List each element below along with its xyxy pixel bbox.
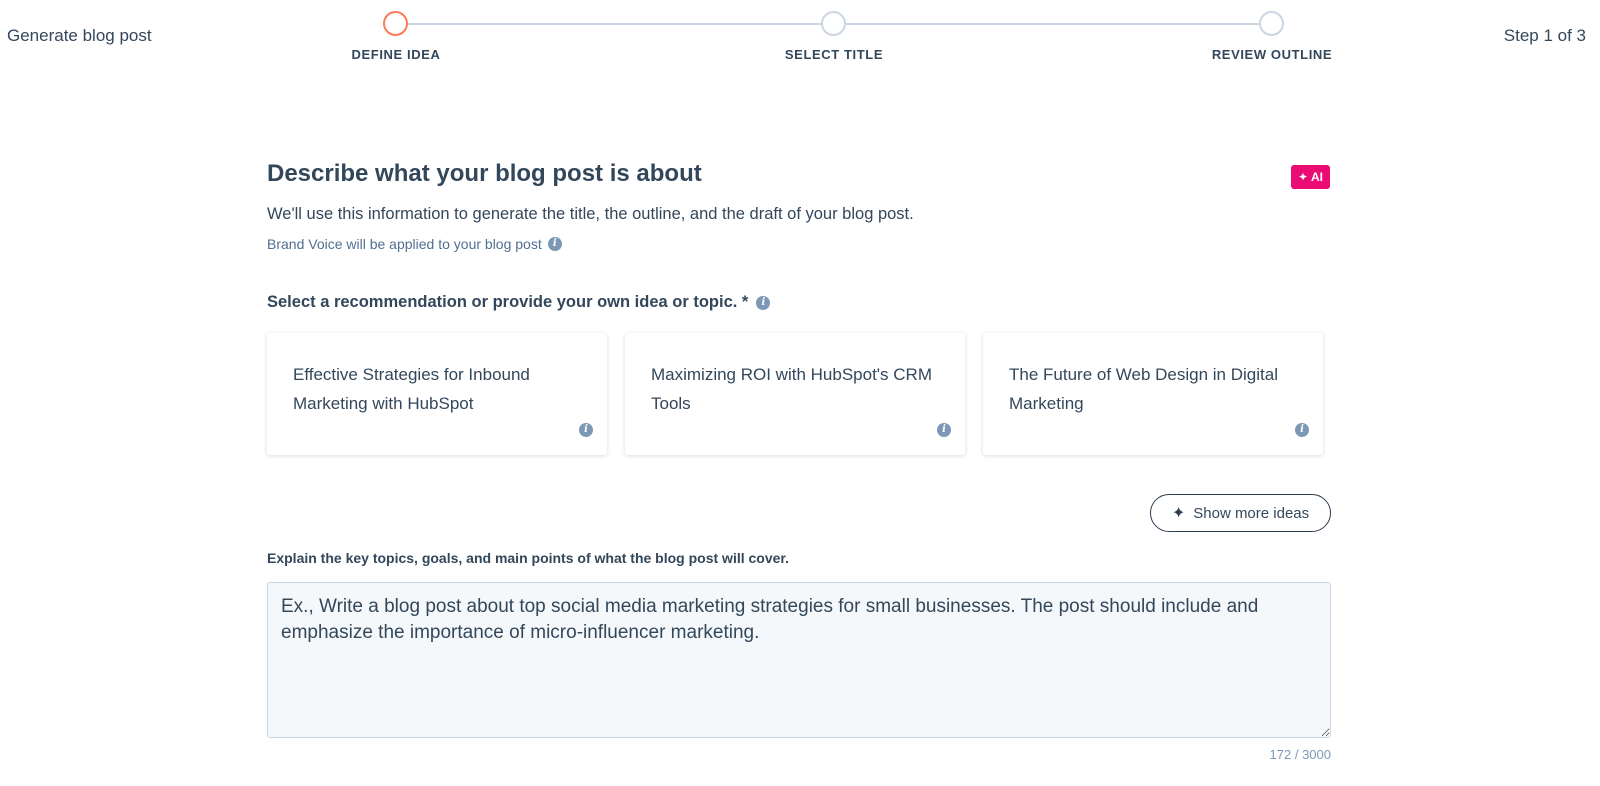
step-node-define-idea[interactable] xyxy=(383,11,408,36)
description-textarea[interactable] xyxy=(267,582,1331,738)
character-count: 172 / 3000 xyxy=(1269,747,1331,762)
step-label-define-idea: DEFINE IDEA xyxy=(351,47,441,62)
step-connector xyxy=(846,23,1259,25)
brand-voice-text: Brand Voice will be applied to your blog… xyxy=(267,236,542,252)
recommendation-label: Select a recommendation or provide your … xyxy=(267,293,771,312)
recommendation-card[interactable]: The Future of Web Design in Digital Mark… xyxy=(983,333,1323,455)
recommendation-card[interactable]: Effective Strategies for Inbound Marketi… xyxy=(267,333,607,455)
recommendation-text: Effective Strategies for Inbound Marketi… xyxy=(293,365,530,413)
info-icon[interactable]: i xyxy=(1295,423,1309,437)
info-icon[interactable]: i xyxy=(756,295,771,310)
recommendation-text: The Future of Web Design in Digital Mark… xyxy=(1009,365,1278,413)
description-field-wrapper xyxy=(267,582,1331,738)
brand-voice-note: Brand Voice will be applied to your blog… xyxy=(267,236,562,252)
step-label-select-title: SELECT TITLE xyxy=(784,47,884,62)
recommendation-label-text: Select a recommendation or provide your … xyxy=(267,293,749,311)
info-icon[interactable]: i xyxy=(547,237,562,251)
recommendation-card[interactable]: Maximizing ROI with HubSpot's CRM Tools … xyxy=(625,333,965,455)
ai-badge: ✦ AI xyxy=(1291,165,1330,189)
step-node-review-outline[interactable] xyxy=(1259,11,1284,36)
description-field-label: Explain the key topics, goals, and main … xyxy=(267,550,789,566)
info-icon[interactable]: i xyxy=(937,423,951,437)
section-heading: Describe what your blog post is about xyxy=(267,160,702,187)
info-icon[interactable]: i xyxy=(579,423,593,437)
show-more-ideas-button[interactable]: ✦ Show more ideas xyxy=(1150,494,1331,532)
progress-stepper: DEFINE IDEA SELECT TITLE REVIEW OUTLINE xyxy=(0,0,1600,70)
show-more-ideas-label: Show more ideas xyxy=(1193,504,1310,522)
sparkle-icon: ✦ xyxy=(1171,505,1186,522)
step-node-select-title[interactable] xyxy=(821,11,846,36)
step-label-review-outline: REVIEW OUTLINE xyxy=(1211,47,1333,62)
step-connector xyxy=(408,23,821,25)
recommendation-text: Maximizing ROI with HubSpot's CRM Tools xyxy=(651,365,932,413)
section-description: We'll use this information to generate t… xyxy=(267,205,914,223)
